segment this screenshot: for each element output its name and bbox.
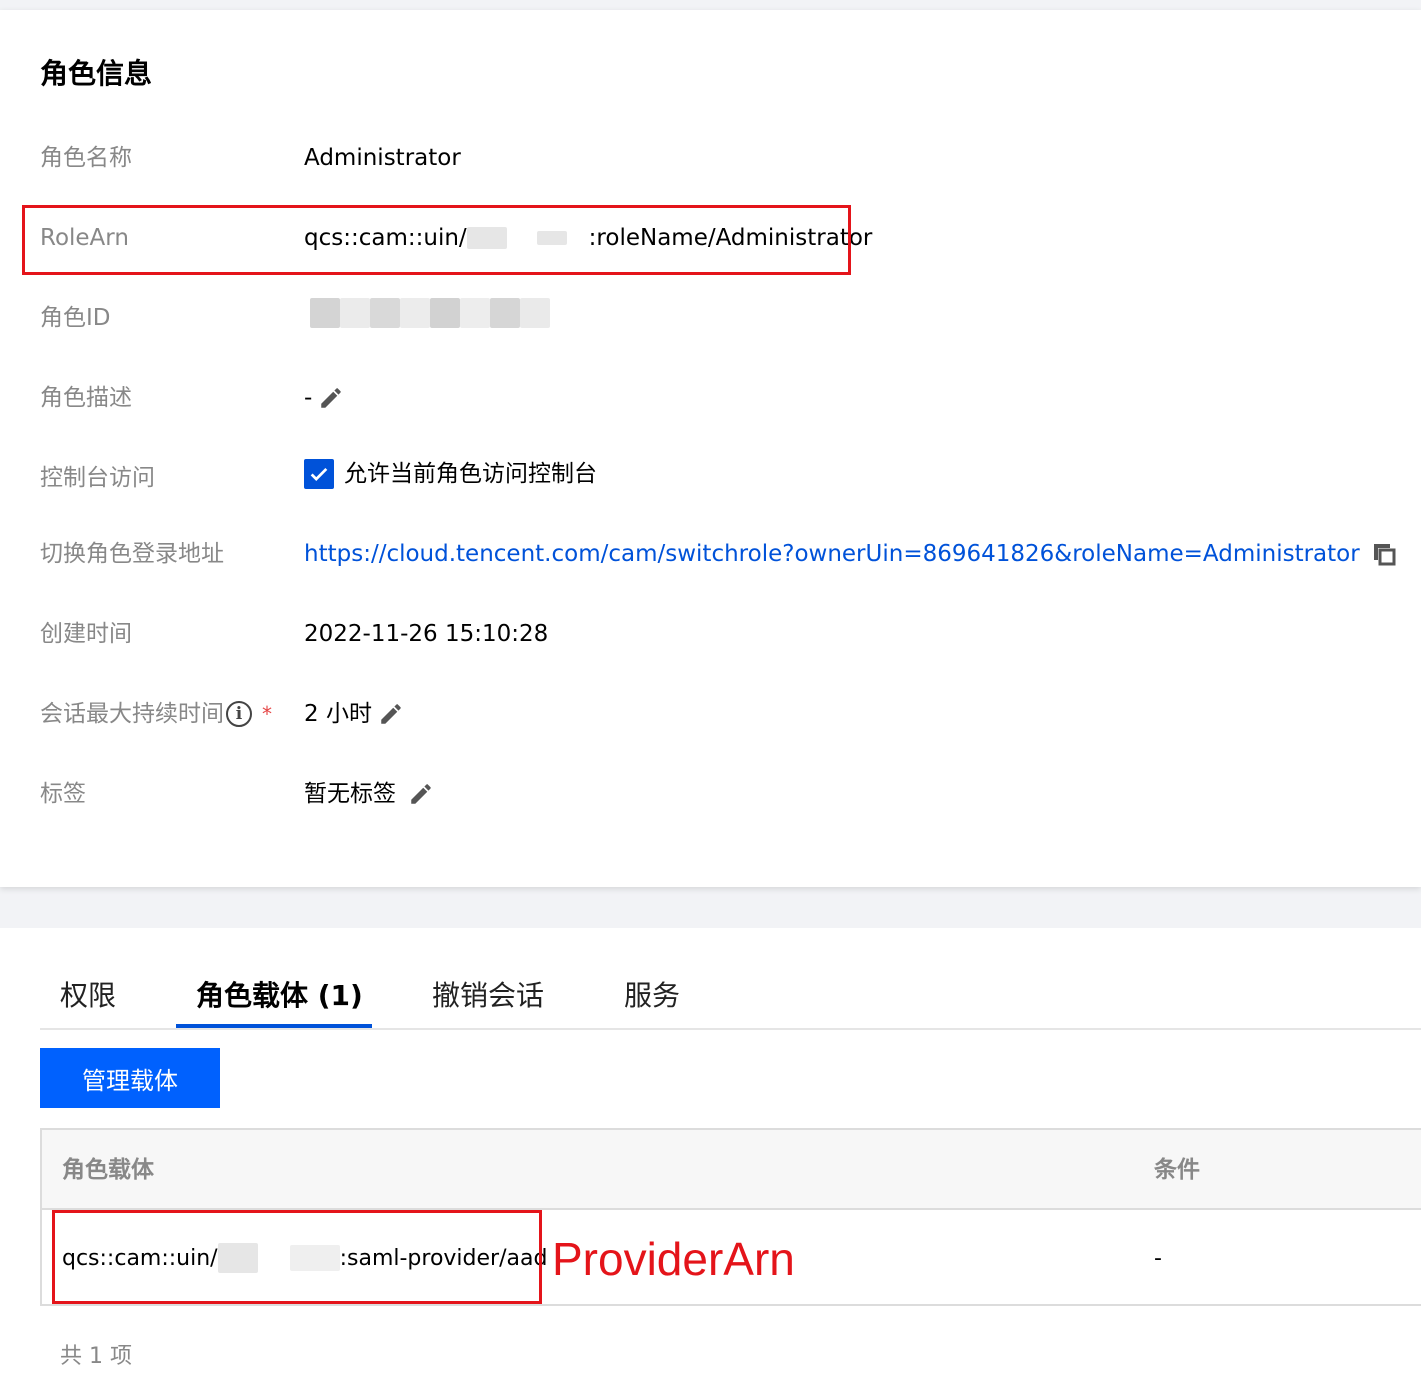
redacted-block [310,298,340,328]
tab-services[interactable]: 服务 [624,968,680,1028]
console-access-value: 允许当前角色访问控制台 [304,454,597,494]
tags-text: 暂无标签 [304,781,396,807]
manage-carrier-button[interactable]: 管理载体 [40,1048,220,1108]
tags-value: 暂无标签 [304,774,434,814]
role-name-label: 角色名称 [40,145,132,171]
role-info-card: 角色信息 角色名称 Administrator RoleArn qcs::cam… [0,10,1421,887]
tab-role-carrier[interactable]: 角色载体 (1) [196,968,363,1028]
tags-label: 标签 [40,781,86,807]
row-tags: 标签 暂无标签 [0,774,1421,814]
redacted-block [400,298,430,328]
table-header: 角色载体 条件 [42,1130,1421,1210]
required-mark: * [262,702,272,726]
role-id-value [310,298,550,328]
section-title: 角色信息 [40,57,153,90]
row-max-session: 会话最大持续时间 i * 2 小时 [0,694,1421,734]
switch-role-link[interactable]: https://cloud.tencent.com/cam/switchrole… [304,534,1360,574]
redacted-block [460,298,490,328]
redacted-block [340,298,370,328]
role-desc-label: 角色描述 [40,385,132,411]
created-at-value: 2022-11-26 15:10:28 [304,621,549,647]
created-at-label: 创建时间 [40,621,132,647]
total-count: 共 1 项 [60,1344,132,1369]
role-desc-value: - [304,378,344,418]
switch-url-value: https://cloud.tencent.com/cam/switchrole… [304,534,1396,574]
highlight-box [22,205,851,275]
row-role-desc: 角色描述 - [0,378,1421,418]
condition-cell: - [1154,1245,1162,1271]
column-header-carrier: 角色载体 [62,1157,154,1183]
redacted-block [520,298,550,328]
role-desc-text: - [304,385,313,411]
row-role-name: 角色名称 Administrator [0,138,1421,178]
edit-icon[interactable] [378,701,404,727]
tab-permissions[interactable]: 权限 [60,968,116,1028]
console-access-checkbox[interactable] [304,459,334,489]
edit-icon[interactable] [408,781,434,807]
role-id-label: 角色ID [40,305,111,331]
highlight-box [52,1210,542,1304]
row-created-at: 创建时间 2022-11-26 15:10:28 [0,614,1421,654]
column-header-condition: 条件 [1154,1157,1200,1183]
redacted-block [370,298,400,328]
row-switch-url: 切换角色登录地址 https://cloud.tencent.com/cam/s… [0,534,1421,574]
check-icon [310,467,328,481]
max-session-label: 会话最大持续时间 i * [40,694,272,734]
tab-revoke-session[interactable]: 撤销会话 [432,968,544,1028]
max-session-value: 2 小时 [304,694,404,734]
tab-bar: 权限 角色载体 (1) 撤销会话 服务 [40,968,1421,1030]
console-access-label: 控制台访问 [40,465,155,491]
max-session-text: 2 小时 [304,701,372,727]
copy-icon[interactable] [1372,542,1396,566]
role-name-value: Administrator [304,145,461,171]
carrier-card: 权限 角色载体 (1) 撤销会话 服务 管理载体 角色载体 条件 qcs::ca… [0,928,1421,1395]
provider-arn-annotation: ProviderArn [552,1233,795,1285]
max-session-label-text: 会话最大持续时间 [40,701,224,727]
console-access-checkbox-label: 允许当前角色访问控制台 [344,461,597,487]
row-role-id: 角色ID [0,298,1421,338]
edit-icon[interactable] [318,385,344,411]
active-tab-indicator [176,1024,372,1028]
redacted-block [490,298,520,328]
redacted-block [430,298,460,328]
switch-url-label: 切换角色登录地址 [40,541,224,567]
info-icon[interactable]: i [226,701,252,727]
row-console-access: 控制台访问 允许当前角色访问控制台 [0,458,1421,498]
